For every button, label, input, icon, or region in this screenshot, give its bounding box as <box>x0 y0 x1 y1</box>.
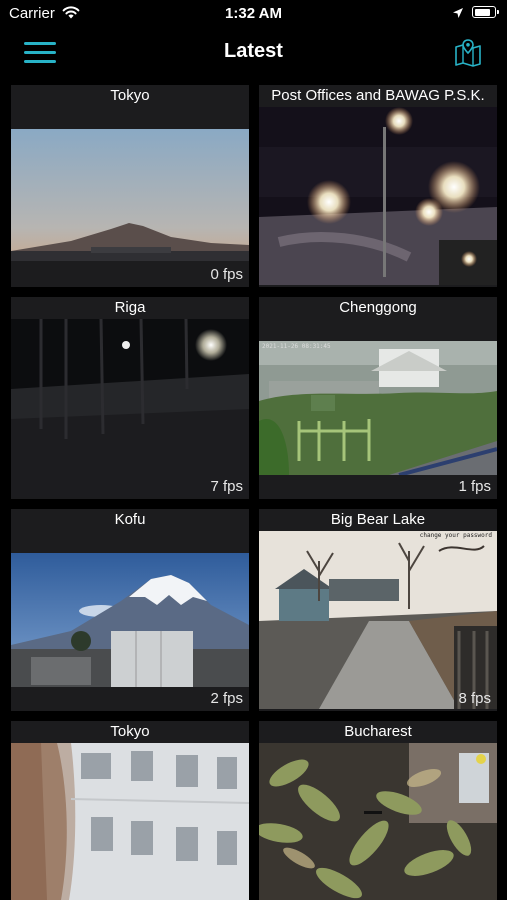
fps-label: 7 fps <box>210 478 243 495</box>
camera-text-overlay: change your password <box>419 532 492 539</box>
location-arrow-icon <box>453 8 463 18</box>
map-pin-icon[interactable] <box>453 38 483 68</box>
camera-title: Riga <box>114 299 146 316</box>
camera-tile[interactable]: Tokyo 0 fps <box>11 85 249 287</box>
camera-tile[interactable]: Chenggong 2021-11-26 08:31:45 1 fps <box>259 297 497 499</box>
camera-snapshot <box>11 553 249 687</box>
camera-title: Kofu <box>114 511 146 528</box>
clock: 1:32 AM <box>225 5 282 22</box>
camera-snapshot: 2021-11-26 08:31:45 <box>259 341 497 475</box>
fps-label: 2 fps <box>210 690 243 707</box>
battery-icon <box>472 6 499 18</box>
page-title: Latest <box>224 40 283 62</box>
status-bar: Carrier 1:32 AM <box>0 0 507 30</box>
camera-tile[interactable]: Big Bear Lake change your password 8 fps <box>259 509 497 711</box>
nav-bar: Latest <box>0 30 507 80</box>
camera-snapshot: change your password <box>259 531 497 709</box>
camera-tile[interactable]: Riga 7 fps <box>11 297 249 499</box>
camera-title: Post Offices and BAWAG P.S.K. <box>271 87 485 104</box>
camera-snapshot <box>259 107 497 285</box>
battery-level <box>474 8 490 16</box>
camera-tile[interactable]: Post Offices and BAWAG P.S.K. <box>259 85 497 287</box>
fps-label: 1 fps <box>458 478 491 495</box>
camera-snapshot <box>11 319 249 497</box>
camera-title: Tokyo <box>110 87 150 104</box>
camera-title: Chenggong <box>339 299 417 316</box>
camera-snapshot <box>11 743 249 900</box>
camera-tile[interactable]: Kofu 2 fps <box>11 509 249 711</box>
fps-label: 8 fps <box>458 690 491 707</box>
fps-label: 0 fps <box>210 266 243 283</box>
camera-timestamp-overlay: 2021-11-26 08:31:45 <box>262 343 331 350</box>
camera-title: Bucharest <box>344 723 412 740</box>
camera-tile[interactable]: Tokyo <box>11 721 249 900</box>
camera-tile[interactable]: Bucharest <box>259 721 497 900</box>
camera-snapshot <box>259 743 497 900</box>
camera-title: Big Bear Lake <box>330 511 426 528</box>
camera-title: Tokyo <box>110 723 150 740</box>
camera-snapshot <box>11 129 249 261</box>
